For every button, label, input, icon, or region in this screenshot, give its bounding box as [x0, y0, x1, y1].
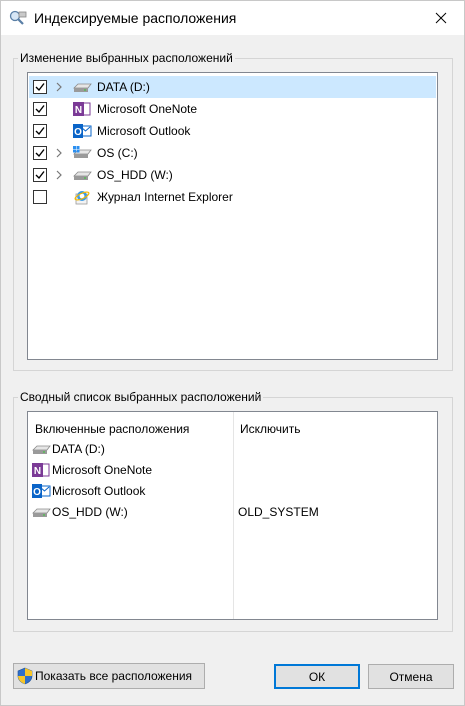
tree-item-label: OS_HDD (W:) [97, 168, 173, 182]
tree-item-data-d[interactable]: DATA (D:) [29, 76, 436, 98]
drive-icon [31, 441, 51, 457]
svg-text:O: O [74, 127, 82, 138]
tree-item-os-c[interactable]: OS (C:) [29, 142, 436, 164]
show-all-label: Показать все расположения [35, 669, 193, 683]
summary-location: DATA (D:) [52, 442, 105, 456]
shield-icon [16, 667, 34, 685]
close-icon [435, 12, 447, 24]
summary-exclude: OLD_SYSTEM [238, 505, 319, 519]
column-header-exclude: Исключить [240, 422, 301, 436]
window-title: Индексируемые расположения [34, 10, 237, 26]
column-header-included: Включенные расположения [35, 422, 190, 436]
outlook-icon: O [72, 123, 92, 139]
svg-text:N: N [75, 105, 82, 116]
summary-location: OS_HDD (W:) [52, 505, 128, 519]
tree-item-label: Microsoft OneNote [97, 102, 198, 116]
indexing-options-icon [9, 10, 27, 26]
locations-tree[interactable]: DATA (D:) N Microsoft OneNote O Microsof… [27, 72, 438, 360]
summary-location: Microsoft OneNote [52, 463, 153, 477]
summary-legend: Сводный список выбранных расположений [20, 390, 262, 404]
change-locations-legend: Изменение выбранных расположений [20, 51, 233, 65]
tree-item-label: Microsoft Outlook [97, 124, 191, 138]
summary-list[interactable]: Включенные расположения Исключить DATA (… [27, 411, 438, 620]
checkbox-ie-history[interactable] [33, 190, 47, 204]
summary-location: Microsoft Outlook [52, 484, 146, 498]
checkbox-os-c[interactable] [33, 146, 47, 160]
chevron-right-icon[interactable] [54, 81, 64, 93]
tree-item-label: DATA (D:) [97, 80, 150, 94]
tree-item-ie-history[interactable]: Журнал Internet Explorer [29, 186, 436, 208]
svg-text:N: N [34, 466, 41, 477]
svg-text:O: O [33, 487, 41, 498]
tree-item-os-hdd-w[interactable]: OS_HDD (W:) [29, 164, 436, 186]
checkbox-onenote[interactable] [33, 102, 47, 116]
tree-item-label: Журнал Internet Explorer [97, 190, 233, 204]
show-all-locations-button[interactable]: Показать все расположения [13, 663, 205, 689]
chevron-right-icon[interactable] [54, 147, 64, 159]
summary-row-os-hdd-w: OS_HDD (W:) OLD_SYSTEM [31, 502, 431, 522]
onenote-icon: N [31, 462, 51, 478]
checkbox-outlook[interactable] [33, 124, 47, 138]
windows-drive-icon [72, 145, 92, 161]
chevron-right-icon[interactable] [54, 169, 64, 181]
internet-explorer-icon [72, 189, 92, 205]
cancel-label: Отмена [389, 670, 433, 684]
onenote-icon: N [72, 101, 92, 117]
tree-item-label: OS (C:) [97, 146, 138, 160]
cancel-button[interactable]: Отмена [368, 664, 454, 689]
ok-label: ОК [308, 670, 326, 684]
close-button[interactable] [418, 1, 464, 35]
checkbox-data-d[interactable] [33, 80, 47, 94]
title-bar: Индексируемые расположения [1, 1, 464, 35]
checkbox-os-hdd-w[interactable] [33, 168, 47, 182]
indexed-locations-dialog: Индексируемые расположения Изменение выб… [0, 0, 465, 706]
drive-icon [31, 504, 51, 520]
tree-item-onenote[interactable]: N Microsoft OneNote [29, 98, 436, 120]
drive-icon [72, 167, 92, 183]
drive-icon [72, 79, 92, 95]
outlook-icon: O [31, 483, 51, 499]
tree-item-outlook[interactable]: O Microsoft Outlook [29, 120, 436, 142]
ok-button[interactable]: ОК [274, 664, 360, 689]
